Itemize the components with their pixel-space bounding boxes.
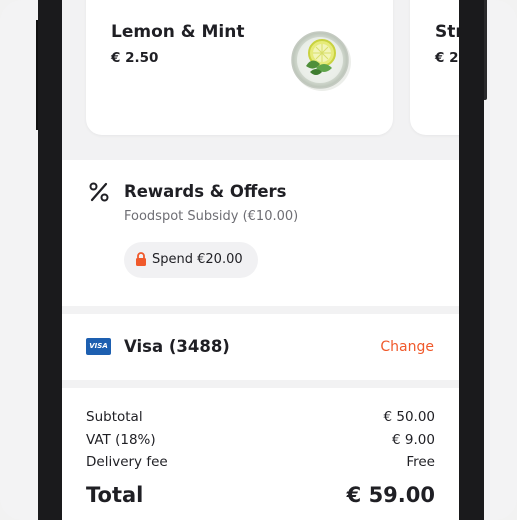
- payment-method-label: Visa (3488): [124, 337, 230, 356]
- lemon-mint-drink-icon: [291, 31, 351, 91]
- order-summary: Subtotal € 50.00 VAT (18%) € 9.00 Delive…: [62, 388, 459, 520]
- app-preview-frame: Lemon & Mint € 2.50 St € 2 Rewards & Off…: [0, 0, 517, 520]
- spend-label: Spend €20.00: [152, 252, 243, 267]
- phone-frame-right: [459, 0, 484, 520]
- product-name: Lemon & Mint: [111, 22, 245, 42]
- summary-value: € 9.00: [392, 432, 435, 448]
- checkout-screen: Lemon & Mint € 2.50 St € 2 Rewards & Off…: [62, 0, 459, 520]
- rewards-subtitle: Foodspot Subsidy (€10.00): [124, 209, 299, 224]
- product-price: € 2.50: [111, 50, 159, 66]
- summary-label: VAT (18%): [86, 432, 156, 448]
- product-price: € 2.: [435, 50, 459, 66]
- product-name: Str: [435, 22, 459, 42]
- change-payment-button[interactable]: Change: [380, 339, 434, 355]
- percent-icon: [89, 182, 109, 202]
- rewards-title: Rewards & Offers: [124, 182, 287, 201]
- phone-side-button: [484, 0, 487, 100]
- rewards-section: Rewards & Offers Foodspot Subsidy (€10.0…: [62, 160, 459, 306]
- product-card-lemon-mint[interactable]: Lemon & Mint € 2.50: [86, 0, 393, 135]
- product-card-next[interactable]: Str € 2.: [410, 0, 459, 135]
- visa-card-icon: VISA: [86, 338, 111, 355]
- spend-offer-chip[interactable]: Spend €20.00: [124, 242, 258, 278]
- payment-method-section: VISA Visa (3488) Change: [62, 314, 459, 380]
- summary-label: Subtotal: [86, 409, 143, 425]
- summary-value: € 50.00: [383, 409, 435, 425]
- phone-frame-left: [38, 0, 62, 520]
- total-value: € 59.00: [346, 483, 435, 507]
- lock-icon: [136, 252, 146, 266]
- summary-label: Delivery fee: [86, 454, 168, 470]
- total-label: Total: [86, 483, 144, 507]
- summary-value: Free: [406, 454, 435, 470]
